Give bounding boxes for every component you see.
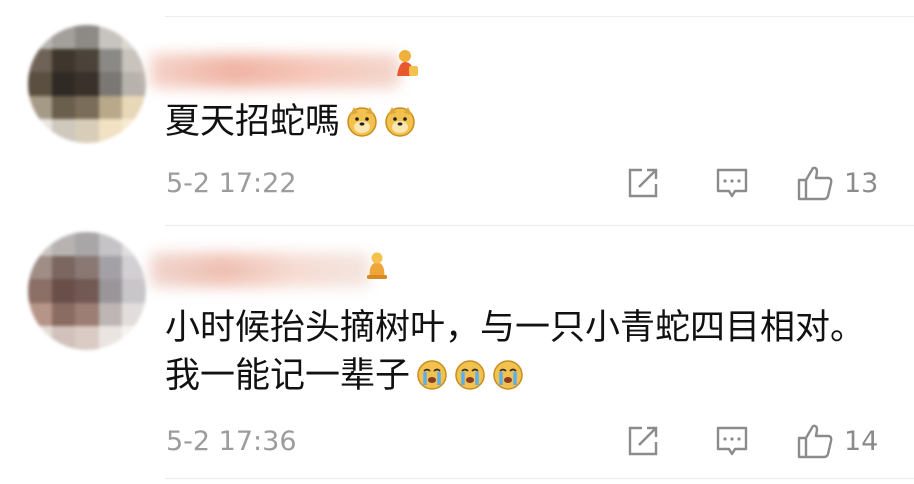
comment-timestamp: 5-2 17:36	[166, 426, 297, 457]
like-button[interactable]: 13	[796, 165, 878, 201]
comment-icon	[716, 168, 748, 198]
comment-text-line: 我一能记一辈子	[165, 354, 524, 398]
username-redacted[interactable]	[150, 54, 400, 88]
crying-emoji	[455, 360, 485, 390]
crying-emoji	[493, 360, 523, 390]
like-button[interactable]: 14	[796, 423, 878, 459]
avatar[interactable]	[28, 25, 146, 143]
comment-icon	[716, 426, 748, 456]
share-icon	[628, 426, 658, 456]
comment-timestamp: 5-2 17:22	[166, 168, 297, 199]
thumbs-up-icon	[797, 424, 833, 459]
avatar[interactable]	[28, 232, 146, 350]
doge-emoji	[347, 107, 377, 137]
user-badge-icon	[397, 50, 418, 76]
share-icon	[628, 168, 658, 198]
reply-button[interactable]	[715, 166, 749, 200]
share-button[interactable]	[626, 166, 660, 200]
comment-text-line: 小时候抬头摘树叶，与一只小青蛇四目相对。	[165, 308, 866, 348]
doge-emoji	[385, 107, 415, 137]
thumbs-up-icon	[797, 166, 833, 201]
comment-text: 夏天招蛇嗎	[165, 100, 416, 144]
user-badge-icon	[367, 252, 387, 279]
divider	[165, 16, 914, 17]
like-count: 14	[844, 425, 879, 457]
username-redacted[interactable]	[150, 253, 370, 287]
share-button[interactable]	[626, 424, 660, 458]
reply-button[interactable]	[715, 424, 749, 458]
comment-feed: 夏天招蛇嗎 5-2 17:22 13 小时候抬头摘树叶，与一只小青蛇四目相对。 …	[0, 0, 914, 484]
crying-emoji	[417, 360, 447, 390]
like-count: 13	[844, 167, 879, 199]
divider	[165, 225, 914, 226]
divider	[165, 478, 914, 479]
